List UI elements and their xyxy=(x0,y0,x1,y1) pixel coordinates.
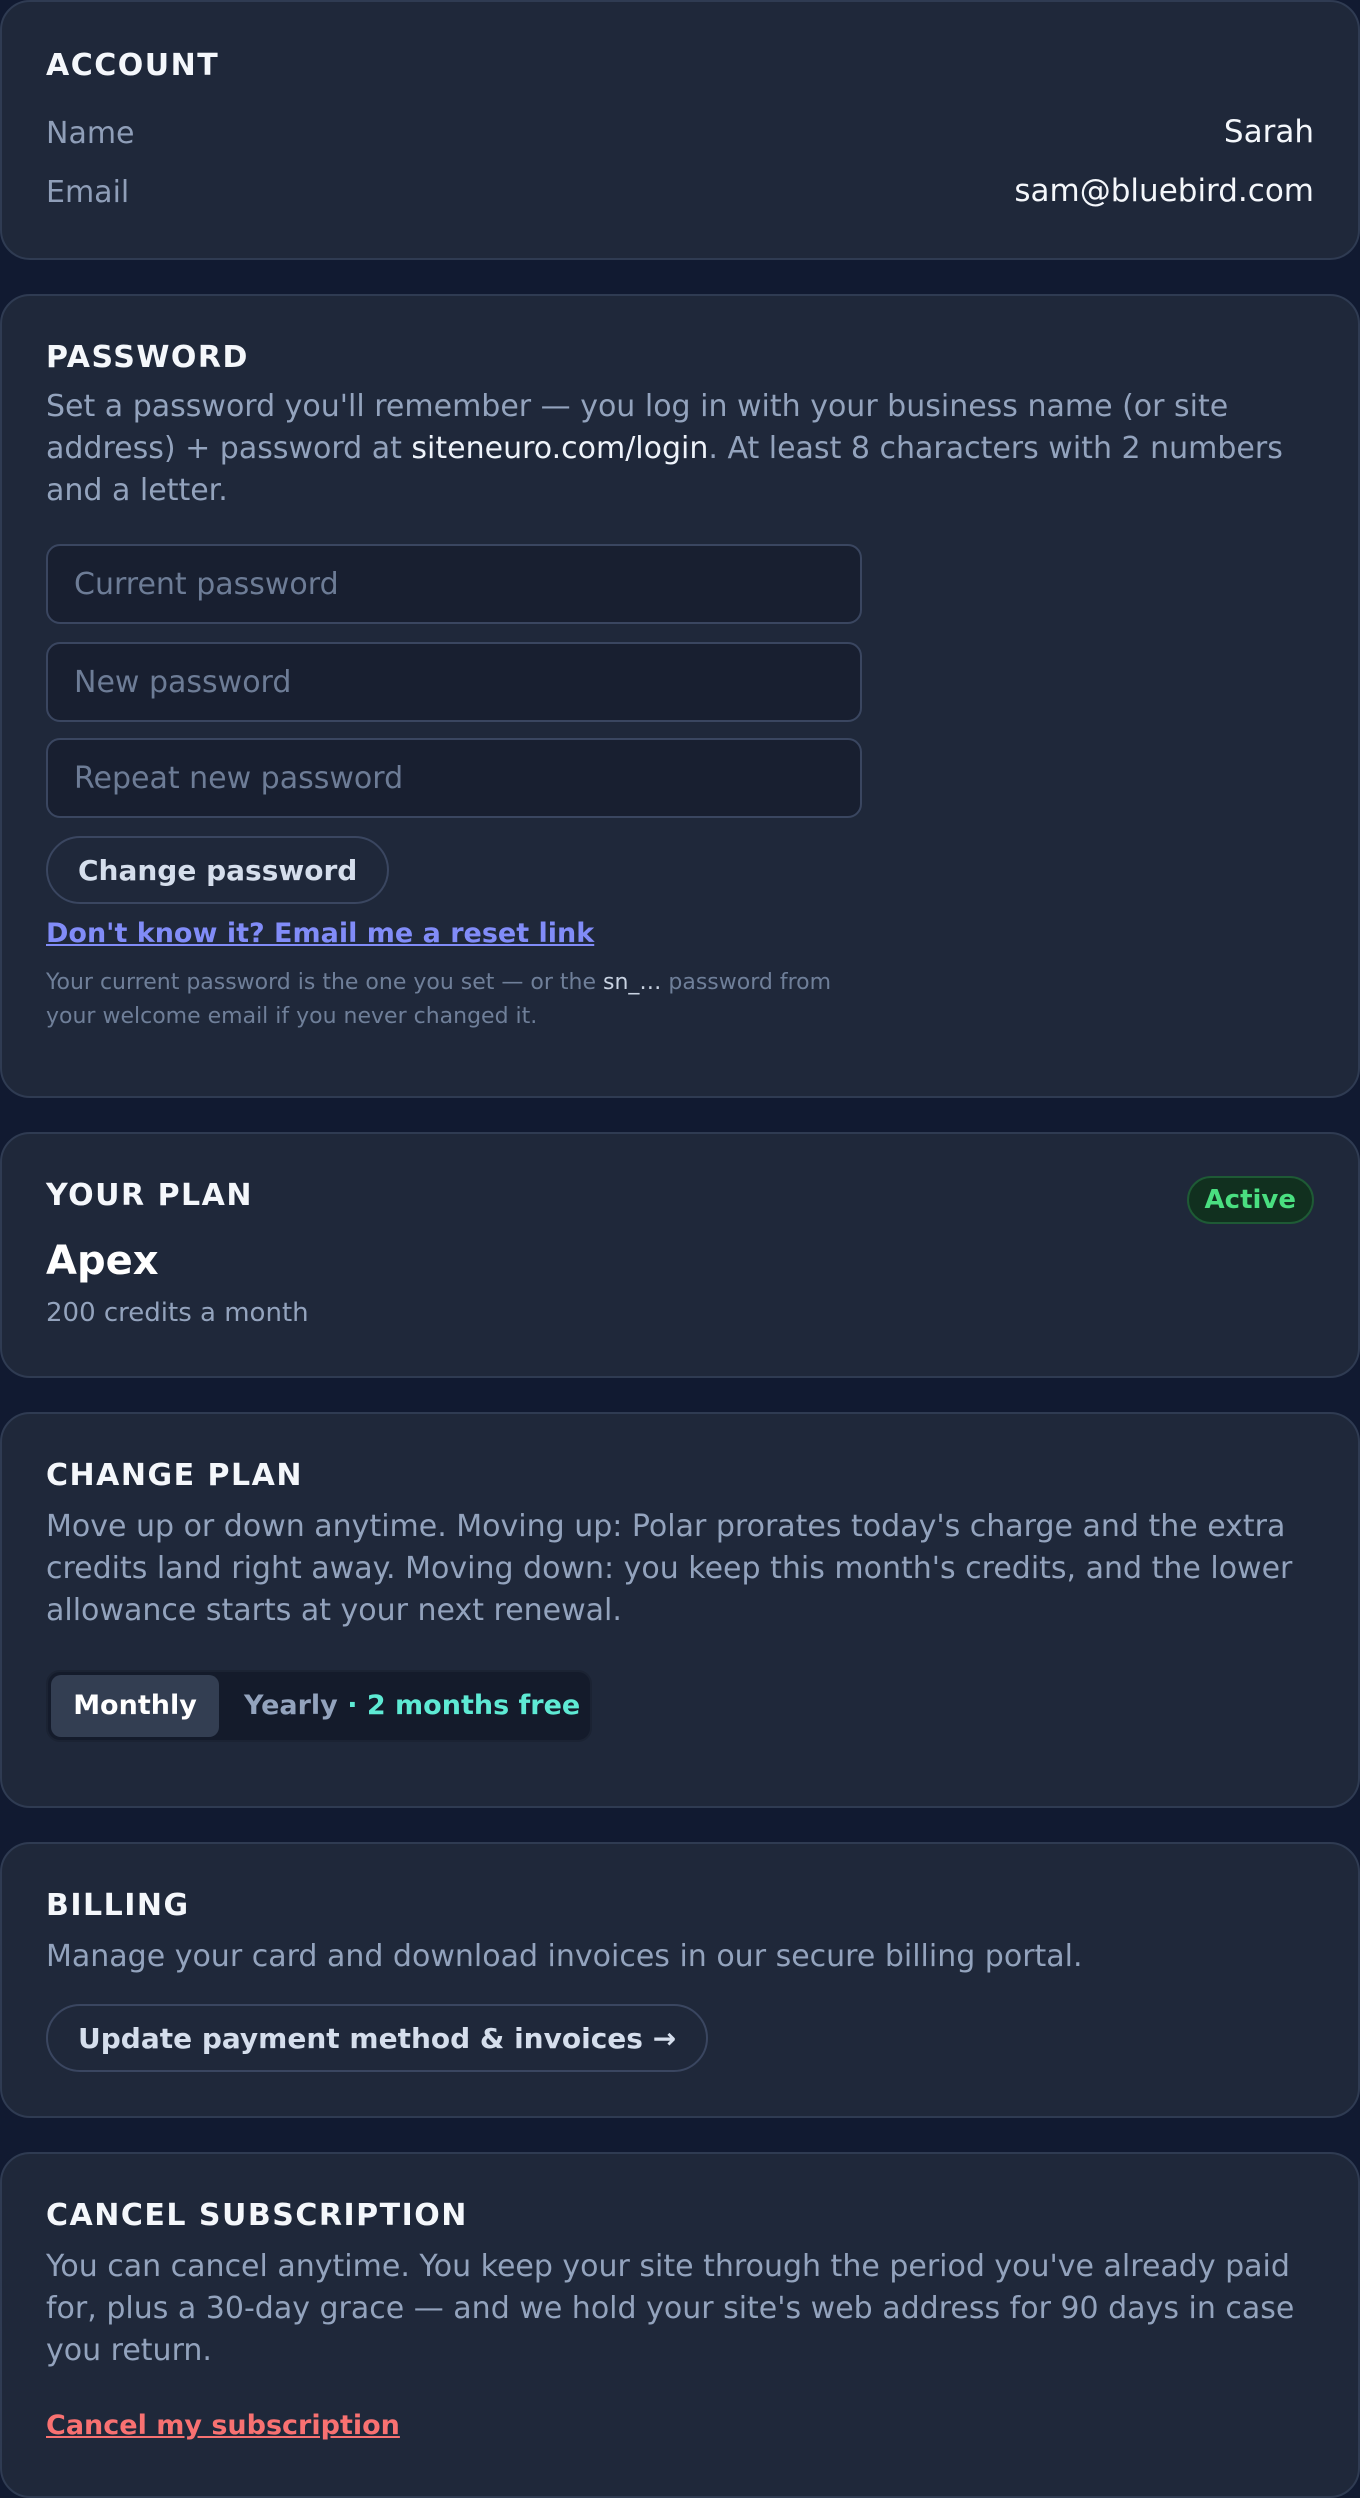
new-password-input[interactable] xyxy=(46,642,862,722)
billing-period-toggle: Monthly Yearly · 2 months free xyxy=(46,1670,592,1742)
email-value: sam@bluebird.com xyxy=(1014,173,1314,209)
cancel-subscription-link[interactable]: Cancel my subscription xyxy=(46,2410,400,2441)
change-plan-card: CHANGE PLAN Move up or down anytime. Mov… xyxy=(0,1412,1360,1808)
status-badge: Active xyxy=(1186,1176,1314,1224)
billing-portal-button[interactable]: Update payment method & invoices → xyxy=(46,2004,709,2072)
account-card: ACCOUNT Name Sarah Email sam@bluebird.co… xyxy=(0,0,1360,260)
billing-card: BILLING Manage your card and download in… xyxy=(0,1842,1360,2118)
name-value: Sarah xyxy=(1223,114,1314,150)
billing-description: Manage your card and download invoices i… xyxy=(46,1939,1083,1974)
login-url: siteneuro.com/login xyxy=(411,431,709,466)
change-plan-description: Move up or down anytime. Moving up: Pola… xyxy=(46,1509,1293,1628)
password-heading: PASSWORD xyxy=(46,340,249,375)
password-note: Your current password is the one you set… xyxy=(46,970,832,1029)
account-heading: ACCOUNT xyxy=(46,48,220,83)
repeat-password-input[interactable] xyxy=(46,738,862,818)
password-card: PASSWORD Set a password you'll remember … xyxy=(0,294,1360,1098)
cancel-card: CANCEL SUBSCRIPTION You can cancel anyti… xyxy=(0,2152,1360,2498)
yearly-promo: 2 months free xyxy=(366,1690,581,1721)
current-password-input[interactable] xyxy=(46,544,862,624)
reset-link[interactable]: Don't know it? Email me a reset link xyxy=(46,918,594,949)
change-plan-heading: CHANGE PLAN xyxy=(46,1458,303,1493)
password-prefix-code: sn_… xyxy=(602,970,662,995)
billing-heading: BILLING xyxy=(46,1888,190,1923)
plan-heading: YOUR PLAN xyxy=(46,1178,253,1213)
toggle-monthly[interactable]: Monthly xyxy=(51,1675,219,1737)
email-label: Email xyxy=(46,175,130,210)
name-label: Name xyxy=(46,116,135,151)
plan-card: YOUR PLAN Active Apex 200 credits a mont… xyxy=(0,1132,1360,1378)
password-description: Set a password you'll remember — you log… xyxy=(46,389,1283,508)
plan-credits: 200 credits a month xyxy=(46,1298,309,1328)
change-password-button[interactable]: Change password xyxy=(46,836,390,904)
toggle-yearly[interactable]: Yearly · 2 months free xyxy=(244,1675,580,1737)
cancel-heading: CANCEL SUBSCRIPTION xyxy=(46,2198,468,2233)
plan-name: Apex xyxy=(46,1238,159,1284)
cancel-description: You can cancel anytime. You keep your si… xyxy=(46,2249,1295,2368)
